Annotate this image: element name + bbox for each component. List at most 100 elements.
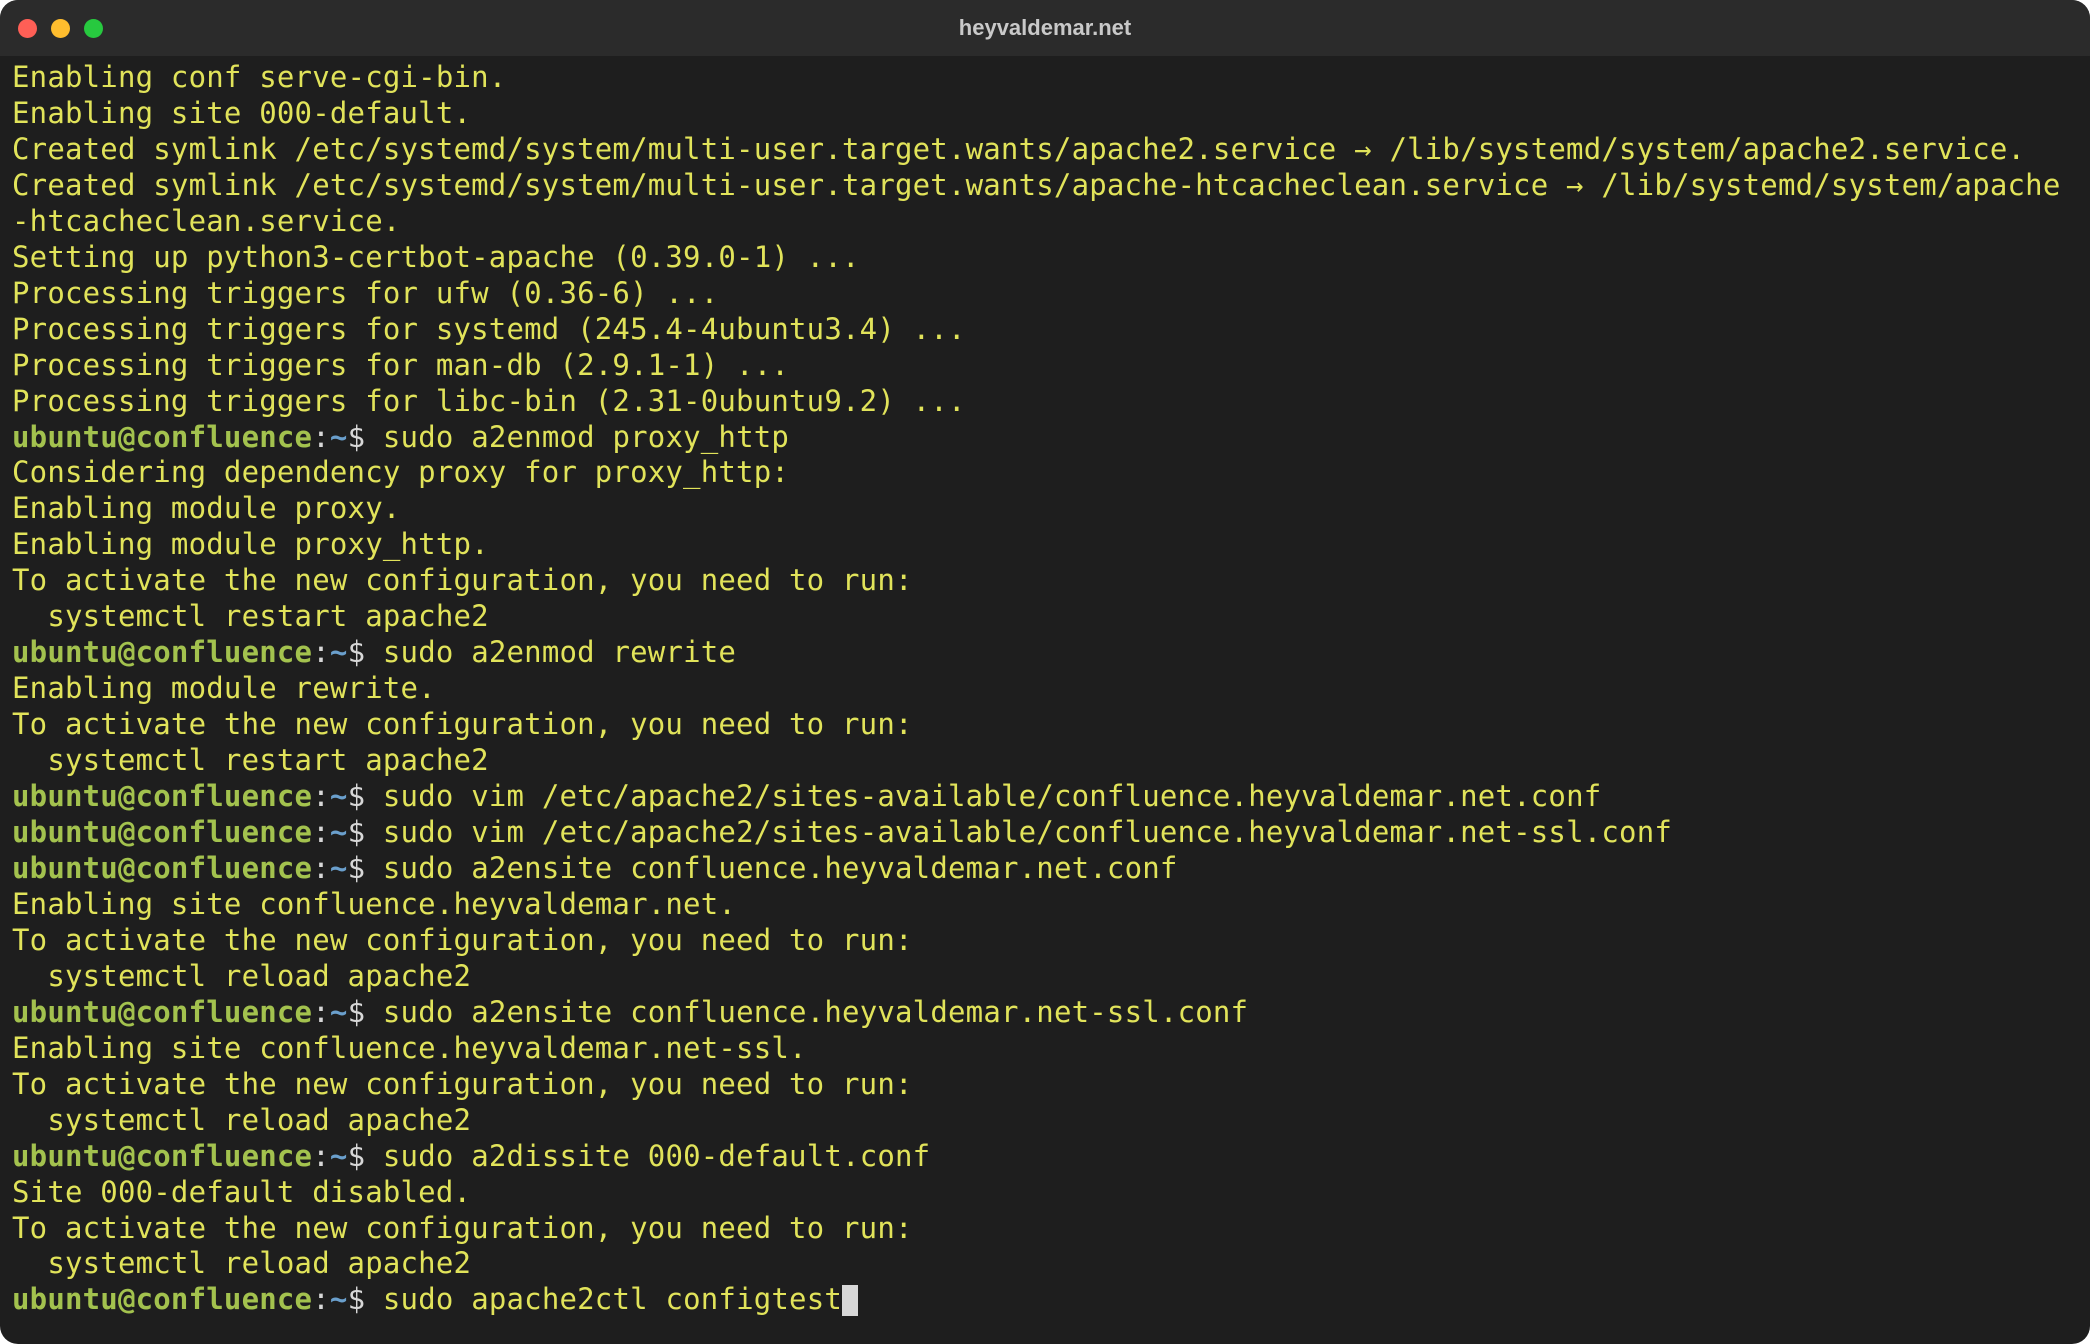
prompt-sep: :	[312, 1282, 330, 1316]
prompt-user-host: ubuntu@confluence	[12, 995, 312, 1029]
prompt-user-host: ubuntu@confluence	[12, 1139, 312, 1173]
prompt-sep: :	[312, 995, 330, 1029]
prompt-path: ~	[330, 420, 348, 454]
output-line: Enabling conf serve-cgi-bin.	[12, 60, 2078, 96]
terminal-window: heyvaldemar.net Enabling conf serve-cgi-…	[0, 0, 2090, 1344]
output-text: Enabling module proxy.	[12, 491, 401, 525]
prompt-line: ubuntu@confluence:~$ sudo apache2ctl con…	[12, 1282, 2078, 1318]
prompt-line: ubuntu@confluence:~$ sudo a2ensite confl…	[12, 995, 2078, 1031]
command-text: sudo a2enmod rewrite	[383, 635, 736, 669]
output-line: systemctl reload apache2	[12, 1103, 2078, 1139]
traffic-lights	[18, 19, 103, 38]
prompt-sep: :	[312, 815, 330, 849]
prompt-sep: :	[312, 1139, 330, 1173]
command-text: sudo apache2ctl configtest	[383, 1282, 842, 1316]
prompt-path: ~	[330, 1139, 348, 1173]
prompt-line: ubuntu@confluence:~$ sudo a2enmod rewrit…	[12, 635, 2078, 671]
output-text: Created symlink /etc/systemd/system/mult…	[12, 168, 2061, 238]
prompt-dollar: $	[348, 815, 383, 849]
output-text: systemctl reload apache2	[12, 959, 471, 993]
prompt-sep: :	[312, 851, 330, 885]
output-text: systemctl restart apache2	[12, 743, 489, 777]
output-text: Enabling site 000-default.	[12, 96, 471, 130]
output-text: Enabling site confluence.heyvaldemar.net…	[12, 887, 736, 921]
output-line: systemctl restart apache2	[12, 599, 2078, 635]
command-text: sudo a2ensite confluence.heyvaldemar.net…	[383, 851, 1178, 885]
output-text: systemctl reload apache2	[12, 1246, 471, 1280]
output-text: Setting up python3-certbot-apache (0.39.…	[12, 240, 860, 274]
prompt-dollar: $	[348, 995, 383, 1029]
close-icon[interactable]	[18, 19, 37, 38]
output-line: Enabling site 000-default.	[12, 96, 2078, 132]
output-text: systemctl restart apache2	[12, 599, 489, 633]
prompt-dollar: $	[348, 1139, 383, 1173]
prompt-path: ~	[330, 995, 348, 1029]
output-line: Processing triggers for systemd (245.4-4…	[12, 312, 2078, 348]
prompt-user-host: ubuntu@confluence	[12, 815, 312, 849]
output-line: To activate the new configuration, you n…	[12, 1067, 2078, 1103]
output-line: Created symlink /etc/systemd/system/mult…	[12, 132, 2078, 168]
prompt-line: ubuntu@confluence:~$ sudo vim /etc/apach…	[12, 815, 2078, 851]
output-text: Enabling module rewrite.	[12, 671, 436, 705]
prompt-path: ~	[330, 779, 348, 813]
output-line: Enabling module proxy_http.	[12, 527, 2078, 563]
output-text: Processing triggers for man-db (2.9.1-1)…	[12, 348, 789, 382]
window-title: heyvaldemar.net	[0, 14, 2090, 41]
output-text: Processing triggers for ufw (0.36-6) ...	[12, 276, 718, 310]
output-line: systemctl reload apache2	[12, 959, 2078, 995]
prompt-line: ubuntu@confluence:~$ sudo a2dissite 000-…	[12, 1139, 2078, 1175]
minimize-icon[interactable]	[51, 19, 70, 38]
terminal-cursor	[842, 1285, 858, 1317]
prompt-user-host: ubuntu@confluence	[12, 1282, 312, 1316]
command-text: sudo vim /etc/apache2/sites-available/co…	[383, 815, 1672, 849]
maximize-icon[interactable]	[84, 19, 103, 38]
output-text: Site 000-default disabled.	[12, 1175, 471, 1209]
command-text: sudo a2ensite confluence.heyvaldemar.net…	[383, 995, 1248, 1029]
output-line: Processing triggers for ufw (0.36-6) ...	[12, 276, 2078, 312]
prompt-line: ubuntu@confluence:~$ sudo a2enmod proxy_…	[12, 420, 2078, 456]
output-text: To activate the new configuration, you n…	[12, 563, 913, 597]
output-text: Enabling module proxy_http.	[12, 527, 489, 561]
output-text: Considering dependency proxy for proxy_h…	[12, 455, 789, 489]
output-text: Enabling conf serve-cgi-bin.	[12, 60, 506, 94]
command-text: sudo a2dissite 000-default.conf	[383, 1139, 930, 1173]
output-text: To activate the new configuration, you n…	[12, 1211, 913, 1245]
prompt-line: ubuntu@confluence:~$ sudo a2ensite confl…	[12, 851, 2078, 887]
prompt-dollar: $	[348, 1282, 383, 1316]
prompt-dollar: $	[348, 635, 383, 669]
output-text: To activate the new configuration, you n…	[12, 923, 913, 957]
output-line: Enabling module rewrite.	[12, 671, 2078, 707]
output-text: To activate the new configuration, you n…	[12, 707, 913, 741]
output-line: Processing triggers for man-db (2.9.1-1)…	[12, 348, 2078, 384]
output-line: Considering dependency proxy for proxy_h…	[12, 455, 2078, 491]
output-line: Setting up python3-certbot-apache (0.39.…	[12, 240, 2078, 276]
prompt-path: ~	[330, 851, 348, 885]
output-line: Site 000-default disabled.	[12, 1175, 2078, 1211]
output-text: To activate the new configuration, you n…	[12, 1067, 913, 1101]
prompt-user-host: ubuntu@confluence	[12, 635, 312, 669]
terminal-output[interactable]: Enabling conf serve-cgi-bin.Enabling sit…	[0, 56, 2090, 1328]
output-line: Enabling site confluence.heyvaldemar.net…	[12, 1031, 2078, 1067]
prompt-dollar: $	[348, 779, 383, 813]
output-text: Processing triggers for libc-bin (2.31-0…	[12, 384, 966, 418]
prompt-path: ~	[330, 815, 348, 849]
prompt-user-host: ubuntu@confluence	[12, 779, 312, 813]
prompt-dollar: $	[348, 851, 383, 885]
prompt-path: ~	[330, 635, 348, 669]
window-titlebar: heyvaldemar.net	[0, 0, 2090, 56]
command-text: sudo a2enmod proxy_http	[383, 420, 789, 454]
prompt-user-host: ubuntu@confluence	[12, 420, 312, 454]
output-line: To activate the new configuration, you n…	[12, 707, 2078, 743]
prompt-dollar: $	[348, 420, 383, 454]
prompt-line: ubuntu@confluence:~$ sudo vim /etc/apach…	[12, 779, 2078, 815]
command-text: sudo vim /etc/apache2/sites-available/co…	[383, 779, 1602, 813]
output-line: Enabling module proxy.	[12, 491, 2078, 527]
output-line: Enabling site confluence.heyvaldemar.net…	[12, 887, 2078, 923]
prompt-sep: :	[312, 779, 330, 813]
output-line: Processing triggers for libc-bin (2.31-0…	[12, 384, 2078, 420]
output-line: Created symlink /etc/systemd/system/mult…	[12, 168, 2078, 240]
prompt-sep: :	[312, 635, 330, 669]
prompt-sep: :	[312, 420, 330, 454]
output-line: To activate the new configuration, you n…	[12, 923, 2078, 959]
prompt-user-host: ubuntu@confluence	[12, 851, 312, 885]
